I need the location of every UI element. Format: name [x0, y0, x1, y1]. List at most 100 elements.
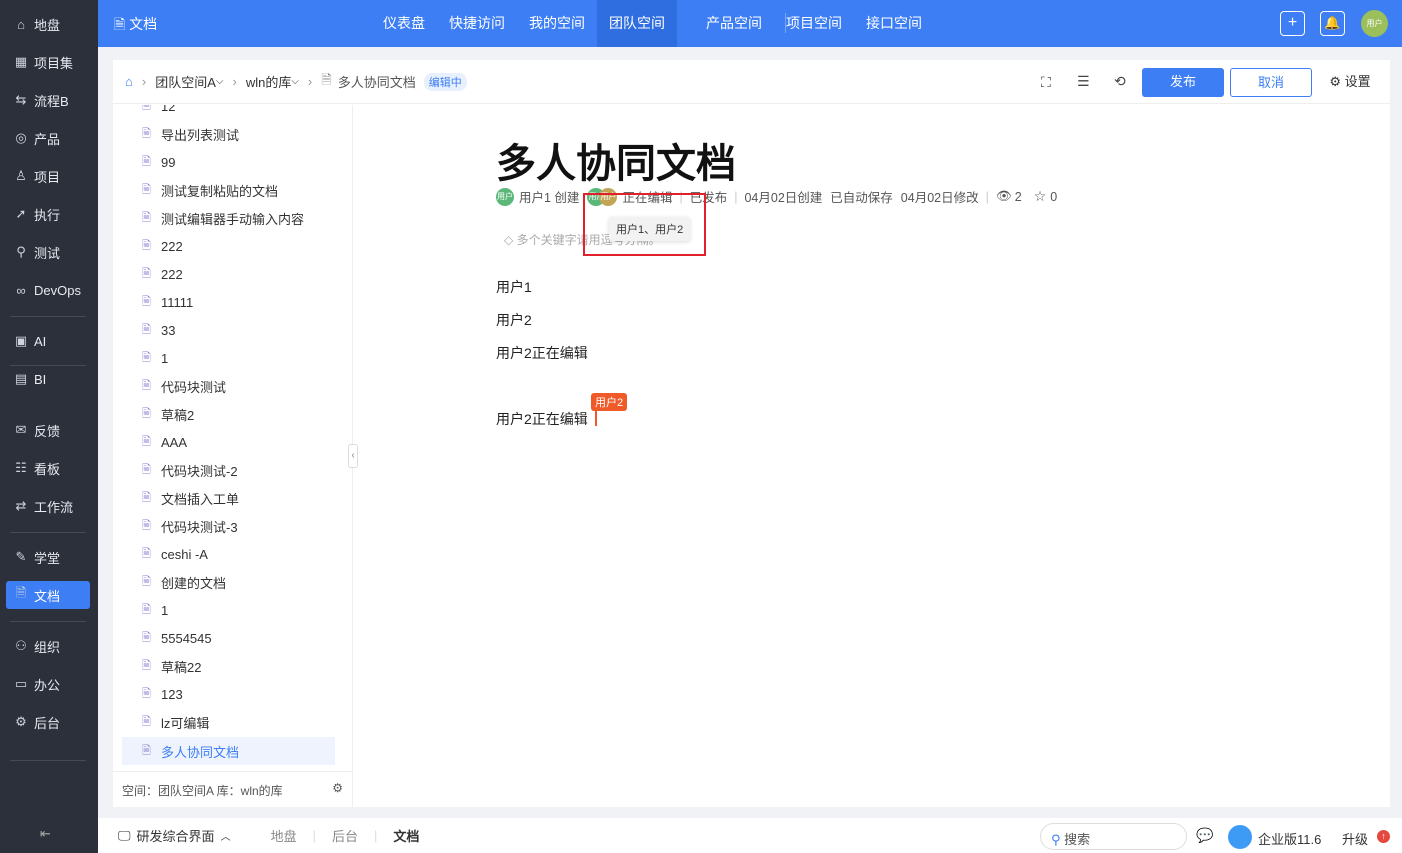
sidebar-item-6[interactable]: ⚲ 测试 — [6, 238, 90, 266]
publish-button[interactable]: 发布 — [1142, 68, 1224, 97]
feedback-icon: ✉ — [15, 422, 27, 437]
tree-item[interactable]: 🗎 123 — [122, 680, 335, 708]
nav-tab-5[interactable]: 项目空间 — [774, 0, 854, 47]
nav-tab-2[interactable]: 我的空间 — [517, 0, 597, 47]
sidebar-item-7[interactable]: ∞ DevOps — [6, 276, 90, 304]
sidebar-item-15[interactable]: ⚇ 组织 — [6, 632, 90, 660]
sidebar-item-14[interactable]: 🗎 文档 — [6, 581, 90, 609]
tree-item[interactable]: 🗎 代码块测试-2 — [122, 456, 335, 484]
nav-tab-1[interactable]: 快捷访问 — [437, 0, 517, 47]
doc-title[interactable]: 多人协同文档 — [496, 131, 736, 189]
doc-icon: 🗎 — [321, 71, 332, 87]
collapse-sidebar-icon[interactable]: ⇤ — [40, 826, 51, 842]
doc-icon: 🗎 — [142, 435, 151, 448]
tree-footer: 空间：团队空间A 库：wln的库 ⚙ — [113, 771, 352, 807]
tab-admin[interactable]: 后台 — [332, 826, 358, 845]
nav-tab-0[interactable]: 仪表盘 — [371, 0, 437, 47]
history-icon[interactable]: ⟲ — [1114, 73, 1126, 90]
flow-icon: ⇆ — [15, 92, 27, 107]
bell-icon[interactable]: 🔔 — [1320, 11, 1345, 36]
tab-dashboard[interactable]: 地盘 — [271, 826, 297, 845]
tree-item[interactable]: 🗎 222 — [122, 232, 335, 260]
tab-docs[interactable]: 文档 — [393, 826, 419, 845]
top-bar: 🗎 文档 仪表盘 快捷访问 我的空间 团队空间 产品空间 项目空间 接口空间 + 🔔 用户 — [98, 0, 1402, 47]
interface-switcher[interactable]: 研发综合界面 — [137, 826, 215, 845]
tree-item[interactable]: 🗎 文档插入工单 — [122, 484, 335, 512]
tree-item[interactable]: 🗎 AAA — [122, 428, 335, 456]
sidebar-item-8[interactable]: ▣ AI — [6, 327, 90, 355]
tree-item[interactable]: 🗎 12 — [122, 105, 335, 120]
highlight-box — [583, 193, 706, 256]
nav-tab-6[interactable]: 接口空间 — [854, 0, 934, 47]
tree-item[interactable]: 🗎 99 — [122, 148, 335, 176]
tree-item[interactable]: 🗎 5554545 — [122, 624, 335, 652]
sidebar-item-1[interactable]: ▦ 项目集 — [6, 48, 90, 76]
sidebar-item-16[interactable]: ▭ 办公 — [6, 670, 90, 698]
breadcrumb-space[interactable]: 团队空间A — [155, 72, 216, 91]
tree-item[interactable]: 🗎 测试编辑器手动输入内容 — [122, 204, 335, 232]
upgrade-link[interactable]: 升级 — [1342, 829, 1368, 848]
sidebar-item-3[interactable]: ◎ 产品 — [6, 124, 90, 152]
tree-item[interactable]: 🗎 测试复制粘贴的文档 — [122, 176, 335, 204]
sidebar-item-9[interactable]: ▤ BI — [6, 365, 90, 393]
tree-item[interactable]: 🗎 ceshi -A — [122, 540, 335, 568]
tree-item[interactable]: 🗎 11111 — [122, 288, 335, 316]
doc-icon: 🗎 — [142, 183, 151, 196]
sidebar-item-11[interactable]: ☷ 看板 — [6, 454, 90, 482]
nav-tab-4[interactable]: 产品空间 — [694, 0, 774, 47]
tree-item[interactable]: 🗎 多人协同文档 — [122, 737, 335, 765]
doc-icon: 🗎 — [142, 295, 151, 308]
paragraph[interactable]: 用户2正在编辑 — [496, 343, 588, 363]
outline-icon[interactable]: ☰ — [1077, 73, 1090, 90]
doc-icon: 🗎 — [142, 267, 151, 280]
doc-icon: 🗎 — [142, 603, 151, 616]
sidebar-item-13[interactable]: ✎ 学堂 — [6, 543, 90, 571]
add-icon[interactable]: + — [1280, 11, 1305, 36]
paragraph[interactable]: 用户2正在编辑 — [496, 409, 588, 429]
avatar[interactable]: 用户 — [1361, 10, 1388, 37]
ai-chat-icon[interactable]: 💬 — [1196, 827, 1213, 844]
paragraph[interactable]: 用户1 — [496, 277, 532, 297]
workflow-icon: ⇄ — [15, 498, 27, 513]
sidebar-item-2[interactable]: ⇆ 流程B — [6, 86, 90, 114]
tree-item[interactable]: 🗎 1 — [122, 344, 335, 372]
cursor-label: 用户2 — [591, 393, 628, 411]
home-icon[interactable]: ⌂ — [125, 74, 133, 89]
sidebar-item-17[interactable]: ⚙ 后台 — [6, 708, 90, 736]
doc-icon: 🗎 — [142, 631, 151, 644]
tree-item[interactable]: 🗎 草稿22 — [122, 652, 335, 680]
doc-icon: 🗎 — [142, 379, 151, 392]
breadcrumb-lib[interactable]: wln的库 — [246, 72, 292, 91]
upgrade-icon: ↑ — [1377, 830, 1390, 843]
fullscreen-icon[interactable]: ⛶ — [1041, 74, 1051, 91]
board-icon: ☷ — [15, 460, 27, 475]
tree-item[interactable]: 🗎 lz可编辑 — [122, 708, 335, 736]
tree-item[interactable]: 🗎 222 — [122, 260, 335, 288]
sidebar: ⌂ 地盘 ▦ 项目集 ⇆ 流程B ◎ 产品 ♙ 项目 ➚ 执行 ⚲ 测试 ∞ DevOps ▣ AI ▤ BI ✉ 反馈 ☷… — [0, 0, 98, 853]
org-icon: ⚇ — [15, 638, 27, 653]
cancel-button[interactable]: 取消 — [1230, 68, 1312, 97]
tree-item[interactable]: 🗎 33 — [122, 316, 335, 344]
star-icon[interactable]: ☆ — [1034, 188, 1047, 205]
tree-item[interactable]: 🗎 代码块测试-3 — [122, 512, 335, 540]
nav-tab-3[interactable]: 团队空间 — [597, 0, 677, 47]
tree-item[interactable]: 🗎 创建的文档 — [122, 568, 335, 596]
tree-item[interactable]: 🗎 导出列表测试 — [122, 120, 335, 148]
tree-item[interactable]: 🗎 代码块测试 — [122, 372, 335, 400]
tree-item[interactable]: 🗎 1 — [122, 596, 335, 624]
sidebar-item-4[interactable]: ♙ 项目 — [6, 162, 90, 190]
doc-icon: 🗎 — [142, 575, 151, 588]
settings-button[interactable]: ⚙ 设置 — [1325, 68, 1375, 97]
search-icon: ⚲ — [1051, 832, 1061, 847]
paragraph[interactable]: 用户2 — [496, 310, 532, 330]
gear-icon[interactable]: ⚙ — [332, 781, 343, 795]
sidebar-item-5[interactable]: ➚ 执行 — [6, 200, 90, 228]
sidebar-item-10[interactable]: ✉ 反馈 — [6, 416, 90, 444]
sidebar-item-12[interactable]: ⇄ 工作流 — [6, 492, 90, 520]
doc-icon: 🗎 — [142, 155, 151, 168]
eye-icon: 👁 — [995, 189, 1012, 203]
tree-item[interactable]: 🗎 草稿2 — [122, 400, 335, 428]
search-input[interactable]: ⚲ 搜索 — [1040, 823, 1187, 850]
tag-icon: ◇ — [504, 233, 517, 247]
sidebar-item-0[interactable]: ⌂ 地盘 — [6, 10, 90, 38]
